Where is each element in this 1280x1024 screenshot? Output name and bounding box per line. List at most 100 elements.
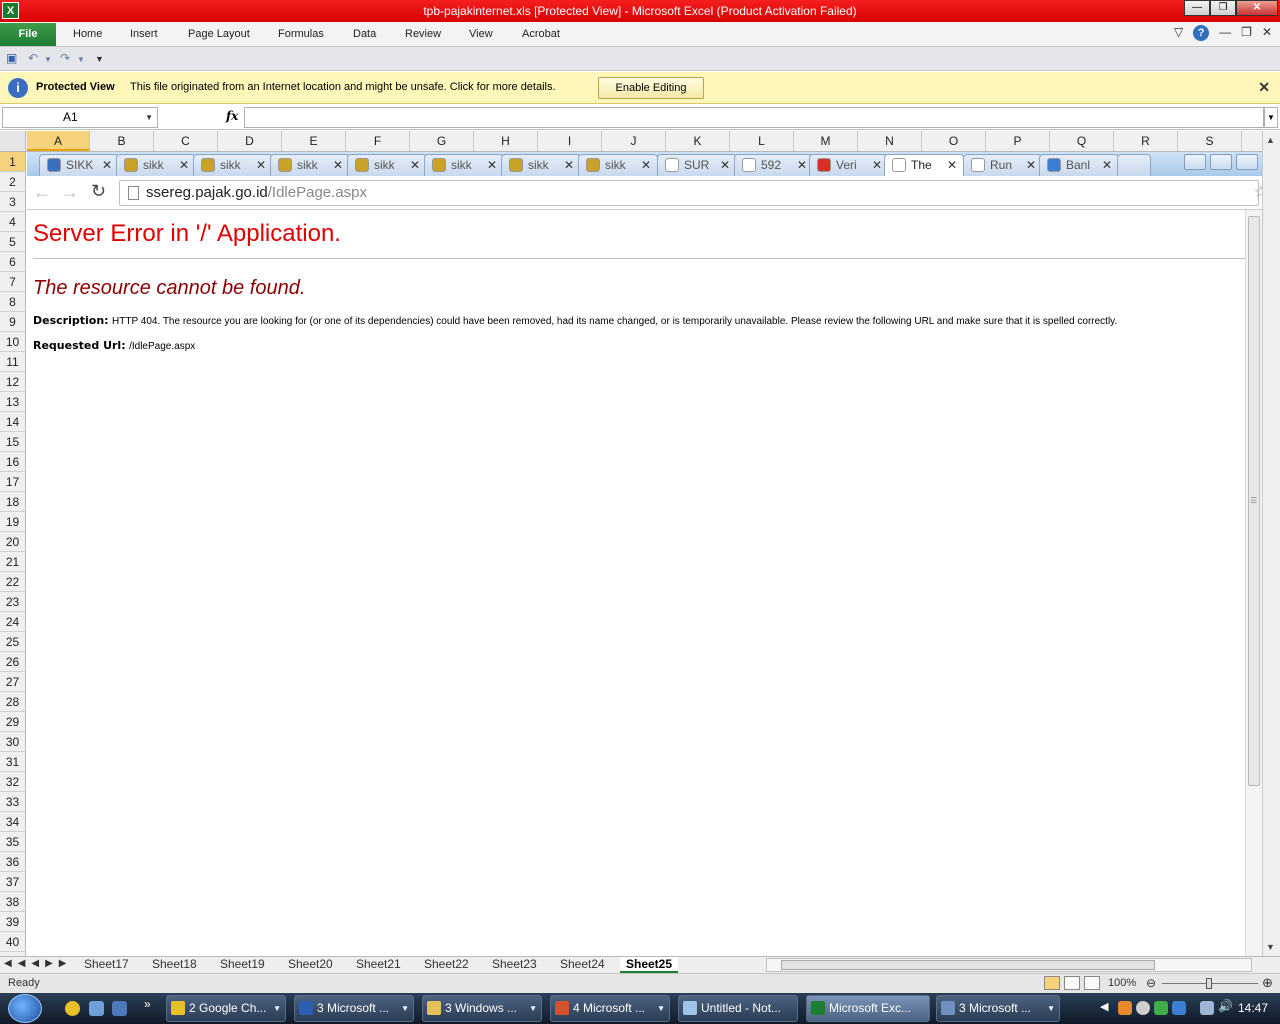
- redo-icon[interactable]: ↷: [60, 51, 70, 65]
- row-header-11[interactable]: 11: [0, 352, 25, 372]
- column-header-k[interactable]: K: [666, 131, 730, 151]
- volume-icon[interactable]: 🔊: [1218, 999, 1233, 1013]
- tray-expand-icon[interactable]: ◀: [1100, 1000, 1114, 1014]
- column-header-o[interactable]: O: [922, 131, 986, 151]
- chevron-down-icon[interactable]: ▼: [145, 108, 153, 127]
- row-header-13[interactable]: 13: [0, 392, 25, 412]
- row-header-26[interactable]: 26: [0, 652, 25, 672]
- row-header-3[interactable]: 3: [0, 192, 25, 212]
- switch-windows-icon[interactable]: [112, 1001, 127, 1016]
- taskbar-button[interactable]: 4 Microsoft ... ▼: [550, 995, 670, 1022]
- row-header-23[interactable]: 23: [0, 592, 25, 612]
- insert-function-icon[interactable]: fx: [226, 109, 238, 123]
- chevron-down-icon[interactable]: ▼: [529, 996, 537, 1021]
- tab-insert[interactable]: Insert: [130, 22, 158, 47]
- workbook-minimize-icon[interactable]: —: [1219, 25, 1231, 41]
- taskbar-button[interactable]: 3 Windows ... ▼: [422, 995, 542, 1022]
- row-header-22[interactable]: 22: [0, 572, 25, 592]
- maximize-button[interactable]: ❐: [1210, 0, 1236, 16]
- row-header-21[interactable]: 21: [0, 552, 25, 572]
- sheet-tab-sheet23[interactable]: Sheet23: [486, 957, 543, 973]
- more-quicklaunch-icon[interactable]: »: [144, 997, 151, 1011]
- taskbar-button[interactable]: 3 Microsoft ... ▼: [294, 995, 414, 1022]
- sheet-tab-sheet25[interactable]: Sheet25: [620, 957, 679, 973]
- enable-editing-button[interactable]: Enable Editing: [598, 77, 704, 99]
- column-header-q[interactable]: Q: [1050, 131, 1114, 151]
- customize-qat-icon[interactable]: ▼: [95, 54, 104, 64]
- scroll-up-icon[interactable]: ▲: [1266, 135, 1275, 145]
- row-header-31[interactable]: 31: [0, 752, 25, 772]
- row-header-20[interactable]: 20: [0, 532, 25, 552]
- tray-network-icon[interactable]: [1172, 1001, 1186, 1015]
- row-header-36[interactable]: 36: [0, 852, 25, 872]
- row-header-5[interactable]: 5: [0, 232, 25, 252]
- sheet-tab-sheet20[interactable]: Sheet20: [282, 957, 339, 973]
- page-break-view-icon[interactable]: [1084, 976, 1100, 990]
- row-header-18[interactable]: 18: [0, 492, 25, 512]
- row-header-25[interactable]: 25: [0, 632, 25, 652]
- taskbar-button[interactable]: 2 Google Ch... ▼: [166, 995, 286, 1022]
- row-header-32[interactable]: 32: [0, 772, 25, 792]
- tab-view[interactable]: View: [469, 22, 493, 47]
- taskbar-button[interactable]: Microsoft Exc...: [806, 995, 930, 1022]
- row-header-8[interactable]: 8: [0, 292, 25, 312]
- row-header-15[interactable]: 15: [0, 432, 25, 452]
- tab-acrobat[interactable]: Acrobat: [522, 22, 560, 47]
- row-header-2[interactable]: 2: [0, 172, 25, 192]
- row-header-14[interactable]: 14: [0, 412, 25, 432]
- formula-input[interactable]: [244, 107, 1264, 128]
- undo-icon[interactable]: ↶: [28, 51, 38, 65]
- sheet-tab-sheet18[interactable]: Sheet18: [146, 957, 203, 973]
- column-header-g[interactable]: G: [410, 131, 474, 151]
- file-tab[interactable]: File: [0, 23, 56, 46]
- sheet-tab-sheet17[interactable]: Sheet17: [78, 957, 135, 973]
- pasted-browser-screenshot[interactable]: SIKK ✕ sikk ✕ sikk ✕ sikk ✕ sikk ✕ sikk ✕ sikk ✕ sikk ✕…: [27, 152, 1262, 956]
- column-header-f[interactable]: F: [346, 131, 410, 151]
- row-header-38[interactable]: 38: [0, 892, 25, 912]
- zoom-level[interactable]: 100%: [1108, 977, 1136, 989]
- tray-security-icon[interactable]: [1154, 1001, 1168, 1015]
- row-header-24[interactable]: 24: [0, 612, 25, 632]
- excel-app-icon[interactable]: X: [2, 2, 19, 19]
- redo-dropdown-icon[interactable]: ▼: [77, 55, 85, 64]
- column-header-d[interactable]: D: [218, 131, 282, 151]
- row-header-37[interactable]: 37: [0, 872, 25, 892]
- row-header-4[interactable]: 4: [0, 212, 25, 232]
- column-header-j[interactable]: J: [602, 131, 666, 151]
- row-header-39[interactable]: 39: [0, 912, 25, 932]
- ribbon-collapse-icon[interactable]: ▽: [1174, 25, 1183, 41]
- workbook-close-icon[interactable]: ✕: [1262, 25, 1272, 41]
- column-header-r[interactable]: R: [1114, 131, 1178, 151]
- row-header-9[interactable]: 9: [0, 312, 25, 332]
- page-layout-view-icon[interactable]: [1064, 976, 1080, 990]
- close-button[interactable]: ✕: [1236, 0, 1278, 16]
- row-header-10[interactable]: 10: [0, 332, 25, 352]
- sheet-tab-sheet22[interactable]: Sheet22: [418, 957, 475, 973]
- sheet-tab-sheet19[interactable]: Sheet19: [214, 957, 271, 973]
- column-header-s[interactable]: S: [1178, 131, 1242, 151]
- row-header-35[interactable]: 35: [0, 832, 25, 852]
- zoom-in-icon[interactable]: ⊕: [1262, 975, 1273, 991]
- column-header-b[interactable]: B: [90, 131, 154, 151]
- sheet-tab-sheet21[interactable]: Sheet21: [350, 957, 407, 973]
- column-header-l[interactable]: L: [730, 131, 794, 151]
- protected-view-message[interactable]: This file originated from an Internet lo…: [130, 81, 556, 93]
- sheet-nav-arrows[interactable]: ◀◀◀▶▶: [4, 958, 72, 969]
- tray-app-icon[interactable]: [1118, 1001, 1132, 1015]
- column-header-h[interactable]: H: [474, 131, 538, 151]
- taskbar-button[interactable]: 3 Microsoft ... ▼: [936, 995, 1060, 1022]
- taskbar-button[interactable]: Untitled - Not...: [678, 995, 798, 1022]
- row-header-6[interactable]: 6: [0, 252, 25, 272]
- chevron-down-icon[interactable]: ▼: [657, 996, 665, 1021]
- chevron-down-icon[interactable]: ▼: [1047, 996, 1055, 1021]
- row-header-33[interactable]: 33: [0, 792, 25, 812]
- vertical-scrollbar[interactable]: ▲ ▼: [1262, 131, 1280, 956]
- chevron-down-icon[interactable]: ▼: [273, 996, 281, 1021]
- column-header-i[interactable]: I: [538, 131, 602, 151]
- scroll-down-icon[interactable]: ▼: [1266, 942, 1275, 952]
- column-header-n[interactable]: N: [858, 131, 922, 151]
- save-icon[interactable]: ▣: [6, 51, 17, 65]
- help-icon[interactable]: ?: [1193, 25, 1210, 41]
- minimize-button[interactable]: —: [1184, 0, 1210, 16]
- tab-review[interactable]: Review: [405, 22, 441, 47]
